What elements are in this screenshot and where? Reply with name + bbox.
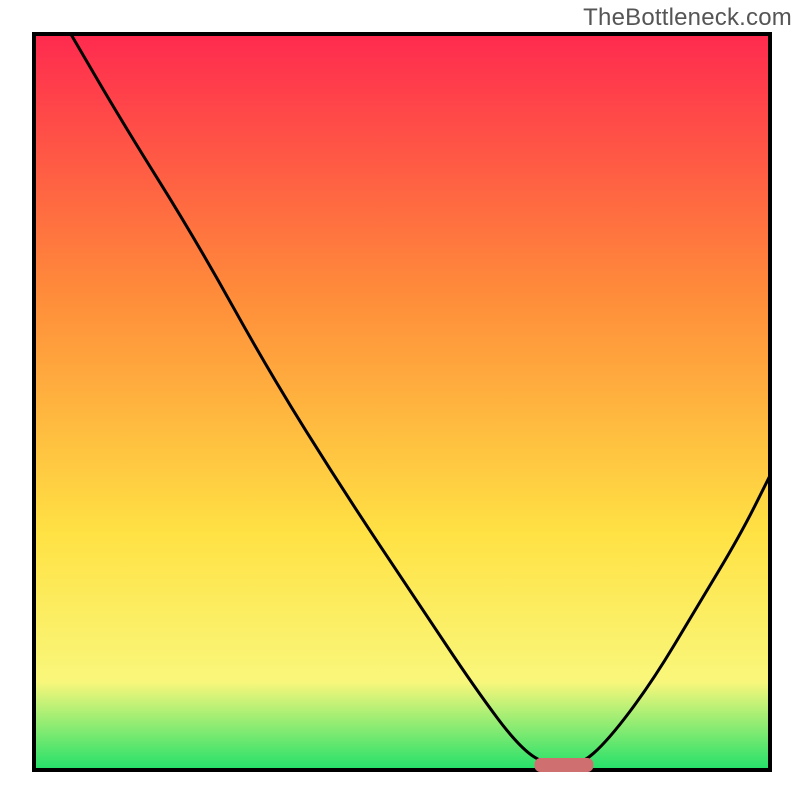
- optimal-marker: [534, 758, 593, 772]
- chart-container: TheBottleneck.com: [0, 0, 800, 800]
- chart-svg: [0, 0, 800, 800]
- plot-background: [34, 34, 770, 770]
- plot-area: [34, 34, 770, 770]
- watermark-text: TheBottleneck.com: [583, 4, 792, 32]
